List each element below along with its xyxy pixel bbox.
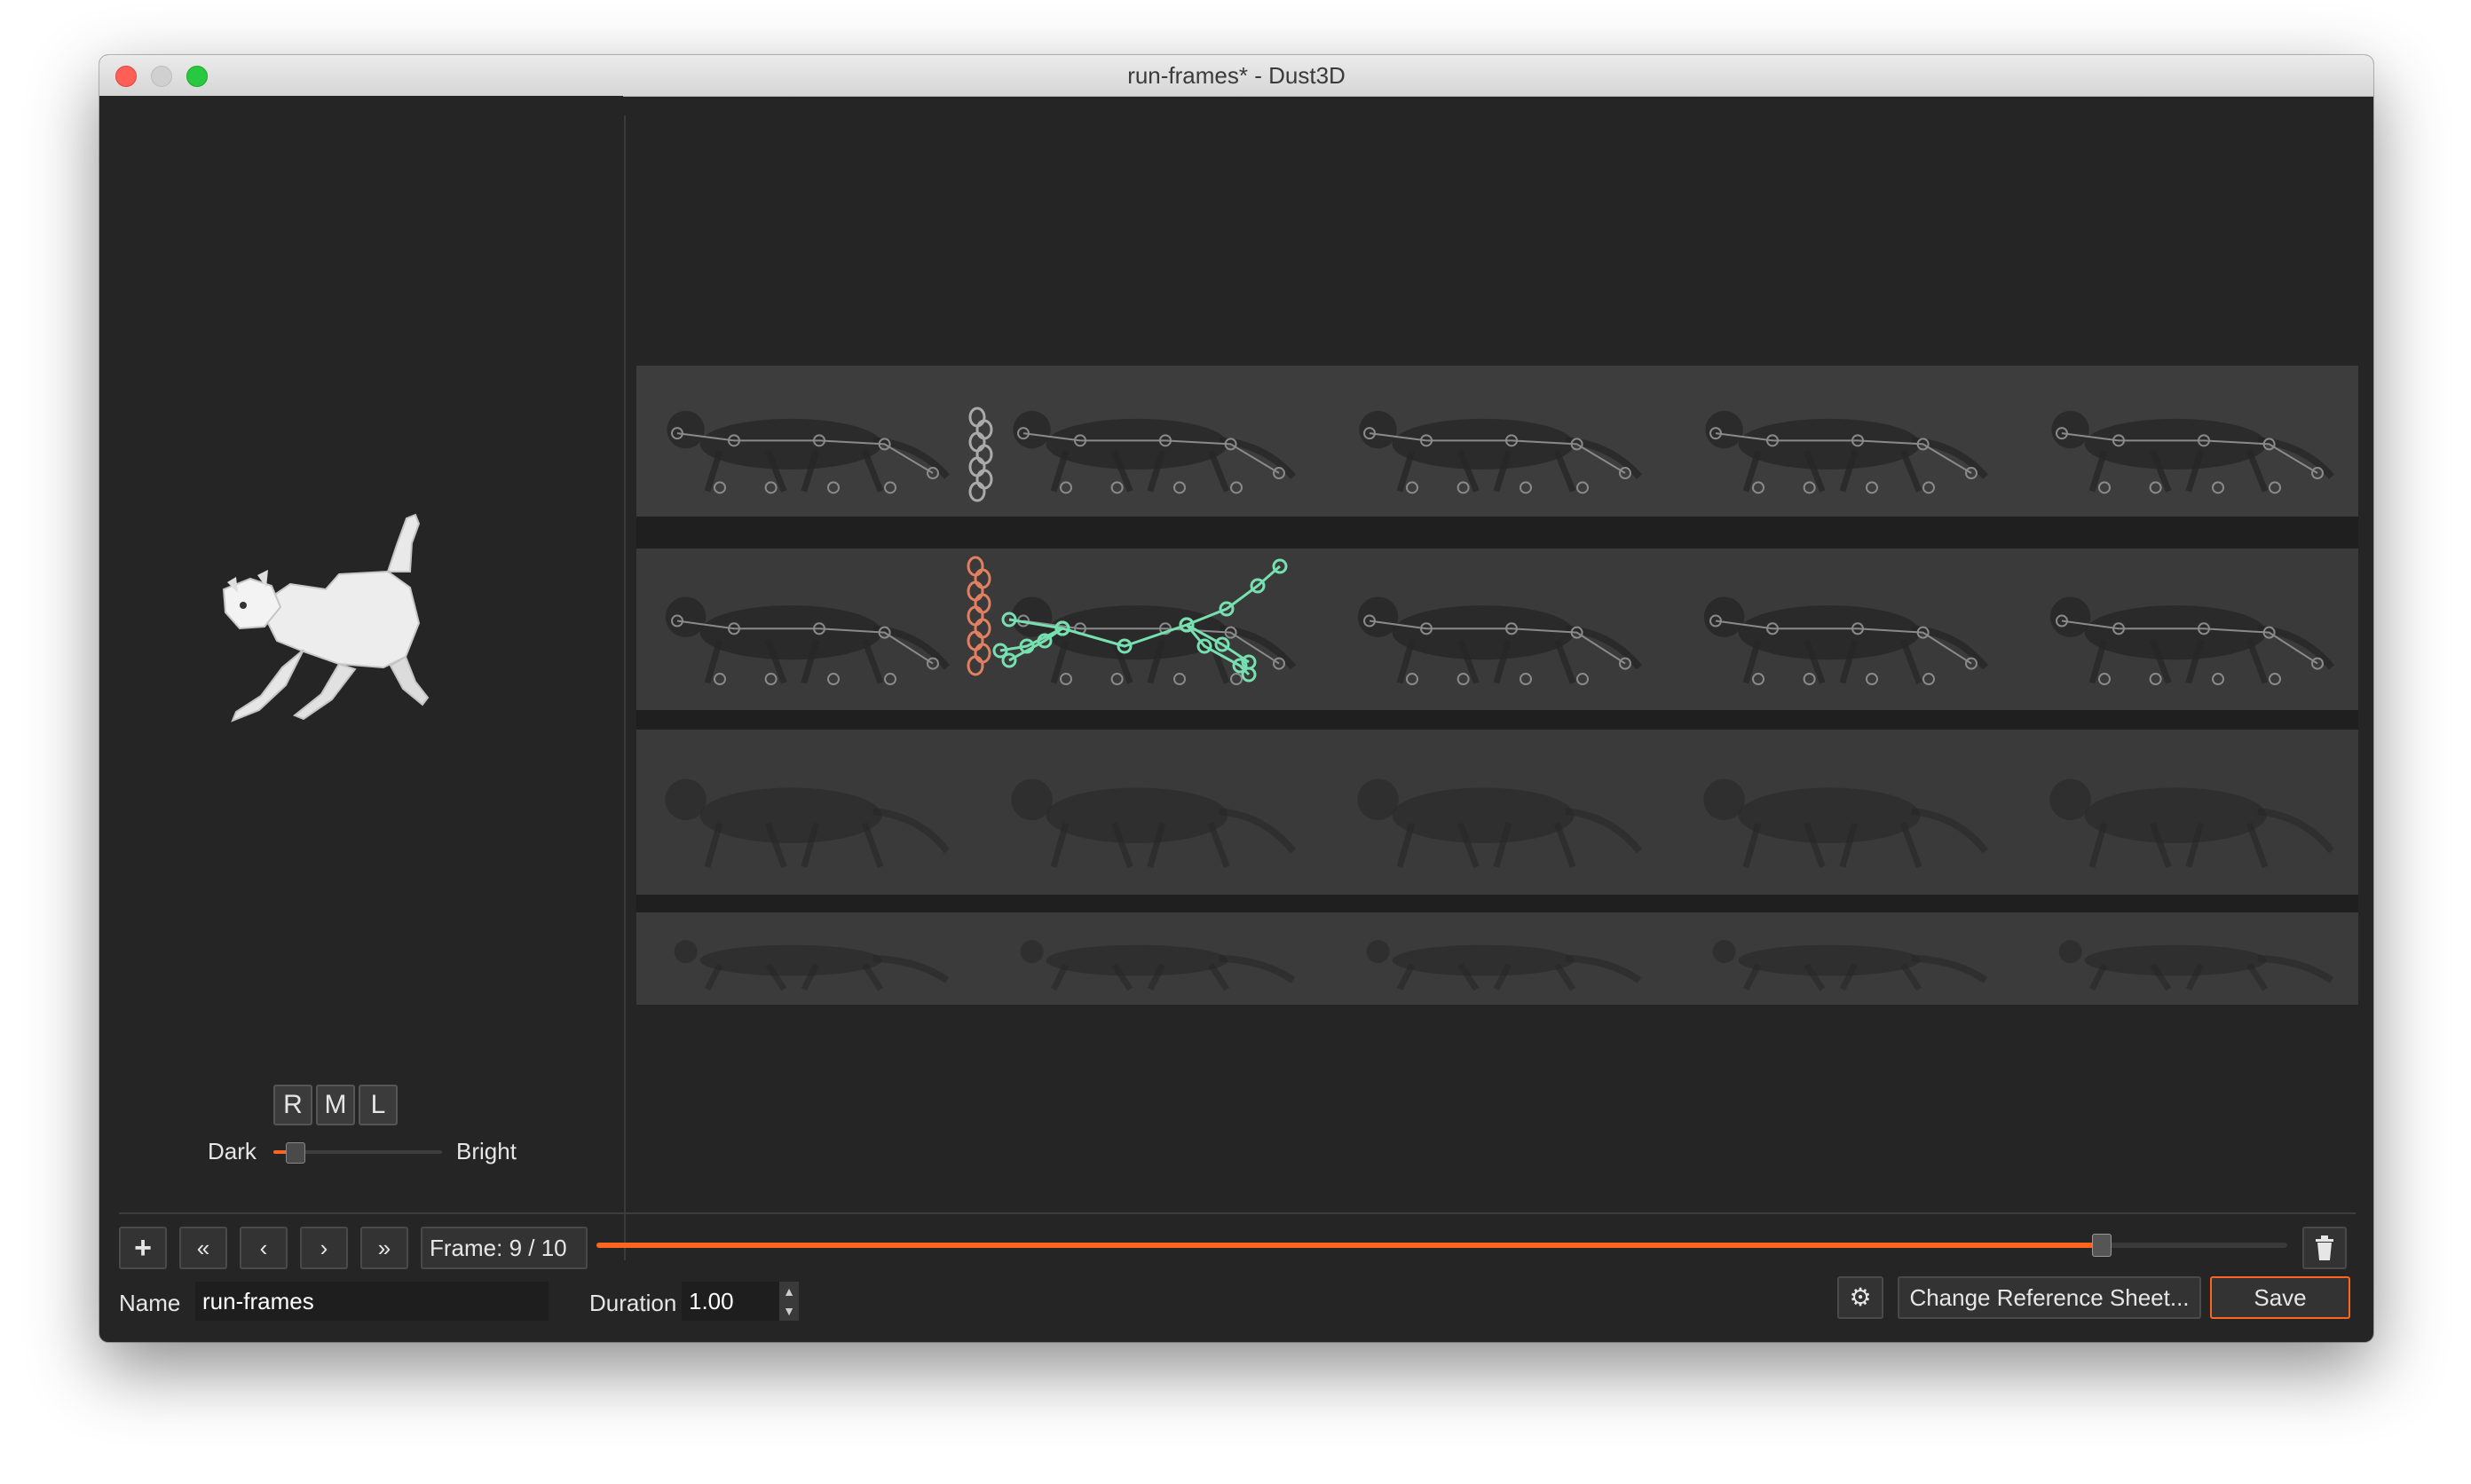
stepper-up-icon[interactable]: ▲ [779, 1282, 799, 1301]
trash-icon [2316, 1235, 2333, 1260]
duration-label: Duration [589, 1290, 677, 1316]
first-frame-button[interactable]: « [179, 1227, 227, 1269]
chevron-right-icon: › [320, 1235, 328, 1261]
pane-splitter[interactable] [624, 115, 626, 1260]
previous-frame-button[interactable]: ‹ [240, 1227, 288, 1269]
render-mode-l-button[interactable]: L [359, 1085, 398, 1125]
add-frame-button[interactable]: + [119, 1227, 167, 1269]
chevron-left-icon: ‹ [259, 1235, 268, 1261]
plus-icon: + [134, 1231, 152, 1265]
name-label: Name [119, 1290, 181, 1316]
reference-sheet-image [636, 366, 2358, 1005]
frame-timeline-slider[interactable] [596, 1234, 2287, 1257]
duration-stepper[interactable]: ▲ ▼ [779, 1282, 799, 1321]
name-input[interactable] [195, 1282, 549, 1321]
change-reference-sheet-button[interactable]: Change Reference Sheet... [1898, 1276, 2201, 1319]
bright-label: Bright [456, 1138, 517, 1164]
film-band [636, 517, 2358, 549]
last-frame-button[interactable]: » [360, 1227, 408, 1269]
next-frame-button[interactable]: › [300, 1227, 348, 1269]
dark-label: Dark [208, 1138, 257, 1164]
render-mode-m-button[interactable]: M [316, 1085, 355, 1125]
window-title: run-frames* - Dust3D [1127, 62, 1346, 89]
light-slider-handle[interactable] [286, 1142, 305, 1164]
film-band [636, 710, 2358, 730]
render-mode-r-button[interactable]: R [273, 1085, 312, 1125]
double-chevron-right-icon: » [377, 1235, 391, 1261]
gear-icon: ⚙ [1849, 1283, 1872, 1311]
double-chevron-left-icon: « [196, 1235, 210, 1261]
title-bar: run-frames* - Dust3D [99, 55, 2373, 97]
settings-button[interactable]: ⚙ [1837, 1276, 1883, 1319]
app-window: run-frames* - Dust3D R M L Dark Bright +… [99, 55, 2373, 1342]
timeline-handle[interactable] [2092, 1234, 2112, 1257]
model-preview-3d[interactable] [206, 508, 490, 792]
film-band [636, 895, 2358, 912]
timeline-progress [596, 1243, 2102, 1248]
frame-counter: Frame: 9 / 10 [421, 1227, 588, 1269]
toolbar-separator [119, 1212, 2356, 1214]
duration-input[interactable] [682, 1282, 779, 1321]
delete-frame-button[interactable] [2302, 1227, 2347, 1269]
reference-sheet-canvas[interactable] [636, 309, 2358, 1005]
cat-model [222, 513, 430, 722]
stepper-down-icon[interactable]: ▼ [779, 1301, 799, 1321]
save-button[interactable]: Save [2210, 1276, 2350, 1319]
